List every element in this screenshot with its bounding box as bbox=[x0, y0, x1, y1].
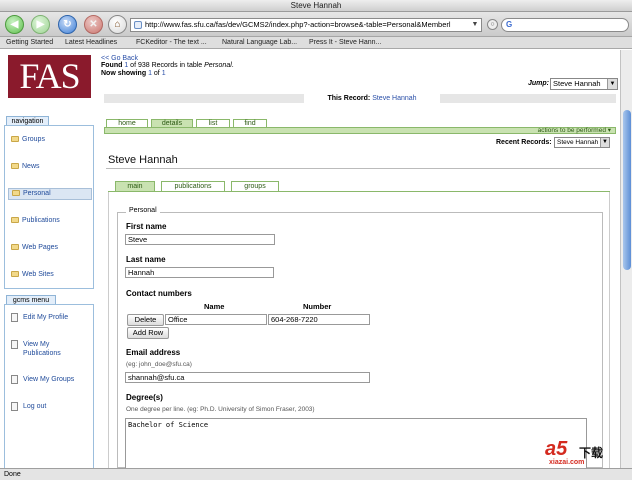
tab-groups[interactable]: groups bbox=[231, 181, 279, 191]
email-label: Email address bbox=[126, 348, 181, 357]
page-favicon-icon bbox=[134, 21, 142, 29]
search-engine-icon: G bbox=[506, 20, 513, 29]
page-content: FAS << Go Back Found 1 of 938 Records in… bbox=[0, 50, 632, 468]
contact-number-header: Number bbox=[303, 302, 332, 311]
folder-icon bbox=[11, 244, 19, 250]
email-field[interactable]: shannah@sfu.ca bbox=[125, 372, 370, 383]
browser-toolbar: ◀ ▶ ↻ ✕ ⌂ http://www.fas.sfu.ca/fas/dev/… bbox=[0, 12, 632, 37]
actions-menu[interactable]: actions to be performed ▾ bbox=[538, 127, 611, 134]
navigation-panel: Groups News Personal Publications Web Pa… bbox=[4, 125, 94, 289]
fas-logo[interactable]: FAS bbox=[8, 55, 91, 98]
gcms-menu-header: gcms menu bbox=[6, 295, 56, 304]
gcms-item-view-groups[interactable]: View My Groups bbox=[11, 375, 74, 384]
navigation-header: navigation bbox=[6, 116, 49, 125]
delete-row-button[interactable]: Delete bbox=[127, 314, 164, 326]
email-hint: (eg: john_doe@sfu.ca) bbox=[126, 361, 192, 368]
add-row-button[interactable]: Add Row bbox=[127, 327, 169, 339]
bookmark-press-it[interactable]: Press It - Steve Hann... bbox=[309, 37, 381, 49]
reload-icon: ↻ bbox=[63, 19, 72, 30]
last-name-label: Last name bbox=[126, 255, 166, 264]
actions-bar: actions to be performed ▾ bbox=[104, 127, 616, 134]
sidebar-item-groups[interactable]: Groups bbox=[11, 136, 45, 143]
stop-icon: ✕ bbox=[89, 19, 98, 30]
folder-icon bbox=[11, 217, 19, 223]
url-text: http://www.fas.sfu.ca/fas/dev/GCMS2/inde… bbox=[145, 20, 451, 29]
document-icon bbox=[11, 375, 18, 384]
gcms-menu-panel: Edit My Profile View My Publications View… bbox=[4, 304, 94, 468]
sidebar-item-web-pages[interactable]: Web Pages bbox=[11, 244, 58, 251]
home-icon: ⌂ bbox=[114, 19, 121, 30]
chevron-down-icon: ▼ bbox=[607, 79, 617, 89]
jump-select[interactable]: Steve Hannah ▼ bbox=[550, 78, 618, 90]
gcms-item-view-publications[interactable]: View My Publications bbox=[11, 340, 61, 358]
status-bar: Done bbox=[0, 468, 632, 480]
showing-records-text: Now showing 1 of 1 bbox=[101, 70, 166, 77]
last-name-field[interactable]: Hannah bbox=[125, 267, 274, 278]
contact-numbers-label: Contact numbers bbox=[126, 289, 192, 298]
bookmark-latest-headlines[interactable]: Latest Headlines bbox=[65, 37, 117, 49]
document-icon bbox=[11, 313, 18, 322]
bookmark-nlp-lab[interactable]: Natural Language Lab... bbox=[222, 37, 297, 49]
contact-number-field[interactable]: 604-268-7220 bbox=[268, 314, 370, 325]
go-back-link[interactable]: << Go Back bbox=[101, 55, 138, 62]
tab-main[interactable]: main bbox=[115, 181, 155, 191]
sidebar-item-publications[interactable]: Publications bbox=[11, 217, 60, 224]
sidebar-item-news[interactable]: News bbox=[11, 163, 40, 170]
degrees-label: Degree(s) bbox=[126, 393, 163, 402]
scroll-thumb[interactable] bbox=[623, 110, 631, 270]
reload-button[interactable]: ↻ bbox=[58, 15, 77, 34]
contact-name-field[interactable]: Office bbox=[165, 314, 267, 325]
tab-publications[interactable]: publications bbox=[161, 181, 225, 191]
bookmarks-bar: Getting Started Latest Headlines FCKedit… bbox=[0, 37, 632, 49]
gcms-item-edit-profile[interactable]: Edit My Profile bbox=[11, 313, 68, 322]
folder-icon bbox=[12, 190, 20, 196]
document-icon bbox=[11, 402, 18, 411]
back-icon: ◀ bbox=[10, 19, 19, 30]
go-icon[interactable]: ○ bbox=[487, 19, 498, 30]
degrees-hint: One degree per line. (eg: Ph.D. Universi… bbox=[126, 406, 315, 413]
forward-icon: ▶ bbox=[36, 19, 45, 30]
recent-records-label: Recent Records: bbox=[496, 139, 552, 146]
page-title: Steve Hannah bbox=[108, 154, 178, 166]
url-bar[interactable]: http://www.fas.sfu.ca/fas/dev/GCMS2/inde… bbox=[130, 18, 482, 32]
chevron-down-icon: ▼ bbox=[600, 138, 609, 147]
watermark-logo: a5 下载 xiazai.com bbox=[545, 438, 604, 466]
page-scrollbar[interactable] bbox=[620, 50, 632, 468]
gcms-item-log-out[interactable]: Log out bbox=[11, 402, 46, 411]
first-name-field[interactable]: Steve bbox=[125, 234, 275, 245]
contact-name-header: Name bbox=[204, 302, 225, 311]
this-record: This Record: Steve Hannah bbox=[304, 94, 440, 103]
folder-icon bbox=[11, 163, 19, 169]
jump-label: Jump: bbox=[528, 80, 549, 87]
stop-button[interactable]: ✕ bbox=[84, 15, 103, 34]
url-dropdown-icon[interactable]: ▼ bbox=[470, 20, 480, 30]
folder-icon bbox=[11, 271, 19, 277]
home-button[interactable]: ⌂ bbox=[108, 15, 127, 34]
forward-button[interactable]: ▶ bbox=[31, 15, 50, 34]
recent-records-select[interactable]: Steve Hannah ▼ bbox=[554, 137, 610, 148]
bookmark-getting-started[interactable]: Getting Started bbox=[6, 37, 53, 49]
window-title: Steve Hannah bbox=[0, 0, 632, 12]
back-button[interactable]: ◀ bbox=[5, 15, 24, 34]
sidebar-item-web-sites[interactable]: Web Sites bbox=[11, 271, 54, 278]
fieldset-legend: Personal bbox=[126, 207, 160, 214]
bookmark-fckeditor[interactable]: FCKeditor - The text ... bbox=[136, 37, 207, 49]
degrees-textarea[interactable]: Bachelor of Science bbox=[125, 418, 587, 468]
folder-icon bbox=[11, 136, 19, 142]
found-records-text: Found 1 of 938 Records in table Personal… bbox=[101, 62, 234, 69]
search-input[interactable]: G bbox=[501, 18, 629, 32]
title-divider bbox=[106, 168, 610, 169]
this-record-link[interactable]: Steve Hannah bbox=[372, 95, 416, 102]
document-icon bbox=[11, 340, 18, 349]
sidebar-item-personal[interactable]: Personal bbox=[8, 188, 92, 200]
record-bar: This Record: Steve Hannah bbox=[104, 94, 616, 103]
first-name-label: First name bbox=[126, 222, 167, 231]
